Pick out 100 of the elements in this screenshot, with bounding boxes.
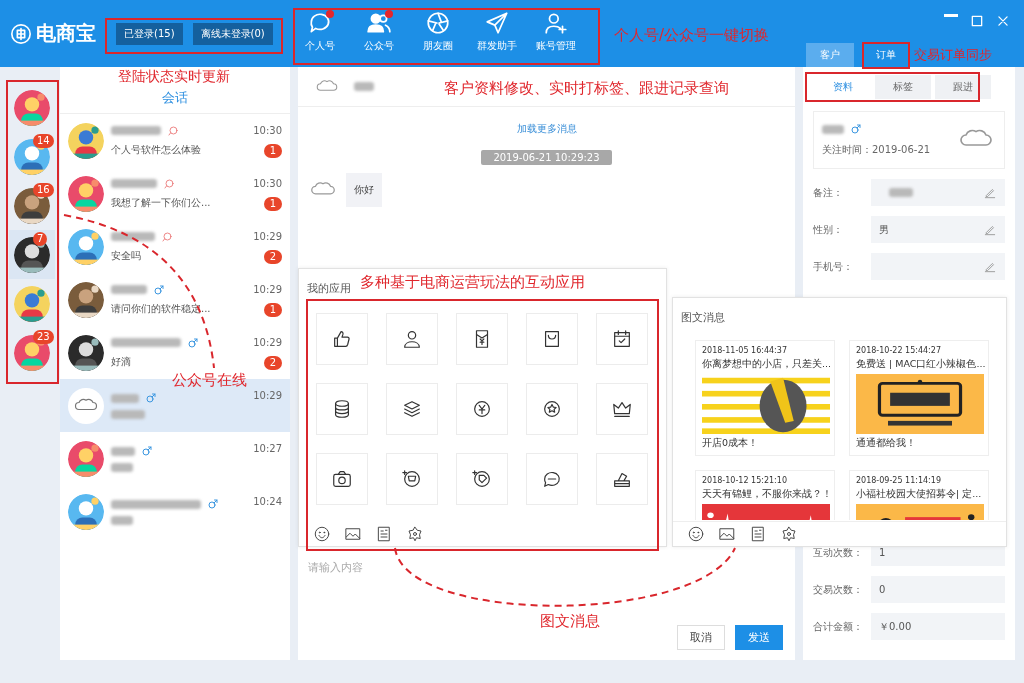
app-button[interactable]	[526, 313, 578, 365]
app-button[interactable]	[456, 453, 508, 505]
chat-bubble-icon	[163, 177, 175, 190]
flower-button[interactable]	[406, 525, 424, 543]
popup-title: 图文消息	[681, 311, 725, 324]
card-button[interactable]	[749, 525, 767, 543]
image-icon	[344, 525, 362, 543]
nav-button[interactable]: 账号管理	[526, 10, 586, 53]
field-label: 手机号：	[813, 259, 854, 274]
account-item[interactable]: 16	[9, 181, 55, 230]
annotation-label: 交易订单同步	[914, 46, 992, 64]
app-button[interactable]	[316, 383, 368, 435]
male-icon	[850, 123, 862, 135]
annotation-label: 个人号/公众号一键切换	[614, 26, 770, 45]
article-card[interactable]: 2018-11-05 16:44:37 你离梦想中的小店，只差关... 开店0成本！	[695, 340, 835, 456]
emoji-button[interactable]	[313, 525, 331, 543]
annotation-label: 客户资料修改、实时打标签、跟进记录查询	[444, 79, 729, 98]
blurred-name	[111, 338, 181, 347]
field-value: ￥0.00	[879, 619, 912, 634]
emoji-button[interactable]	[687, 525, 705, 543]
message-input[interactable]: 请输入内容	[306, 560, 510, 575]
card-button[interactable]	[375, 525, 393, 543]
app-button[interactable]	[316, 453, 368, 505]
app-button[interactable]	[596, 453, 648, 505]
tag-icon	[471, 468, 493, 490]
card-icon	[375, 525, 393, 543]
profile-field[interactable]: ￥0.00	[871, 613, 1005, 640]
field-label: 合计金额：	[813, 619, 864, 634]
app-button[interactable]	[316, 313, 368, 365]
message-preview: 我想了解一下你们公...	[111, 195, 212, 210]
image-button[interactable]	[344, 525, 362, 543]
account-item[interactable]: 7	[9, 230, 55, 279]
user-icon	[401, 328, 423, 350]
article-summary: 通通都给我！	[856, 437, 917, 450]
follow-time: 关注时间：2019-06-21	[822, 143, 932, 157]
male-icon	[141, 445, 153, 457]
send-button[interactable]: 发送	[735, 625, 783, 650]
paper-plane-icon	[484, 10, 511, 36]
message-time: 10:27	[253, 443, 282, 454]
app-button[interactable]	[386, 453, 438, 505]
unread-badge: 1	[263, 144, 282, 158]
profile-tab[interactable]: 标签	[875, 75, 931, 99]
article-card[interactable]: 2018-09-25 11:14:19 小福社校园大使招募令| 定...	[849, 470, 989, 520]
camera-icon	[331, 468, 353, 490]
nav-button[interactable]: 个人号	[290, 10, 350, 53]
message-time: 10:30	[253, 178, 282, 189]
message-time: 10:29	[253, 337, 282, 348]
message-timestamp: 2019-06-21 10:29:23	[481, 150, 612, 165]
app-button[interactable]	[456, 313, 508, 365]
article-card[interactable]: 2018-10-22 15:44:27 免费送 | MAC口红小辣椒色... 通通都给我！	[849, 340, 989, 456]
profile-field[interactable]: 0	[871, 576, 1005, 603]
profile-field[interactable]	[871, 179, 1005, 206]
unread-badge: 1	[263, 303, 282, 317]
login-status-button[interactable]: 离线未登录(0)	[192, 22, 273, 45]
close-icon	[996, 14, 1010, 28]
unread-badge: 16	[33, 183, 54, 197]
close-button[interactable]	[996, 14, 1010, 28]
panel-tab[interactable]: 订单	[862, 43, 910, 67]
message-preview: 安全吗	[111, 248, 142, 263]
account-item[interactable]: 14	[9, 132, 55, 181]
conversation-item[interactable]: 10:27	[60, 432, 290, 485]
app-button[interactable]	[596, 383, 648, 435]
field-value: 1	[879, 547, 886, 558]
blurred-name	[111, 126, 161, 135]
article-card[interactable]: 2018-10-12 15:21:10 天天有锦鲤，不服你来战？！	[695, 470, 835, 520]
emoji-icon	[313, 525, 331, 543]
article-date: 2018-09-25 11:14:19	[856, 476, 942, 485]
profile-tab[interactable]: 跟进	[935, 75, 991, 99]
nav-button[interactable]: 群发助手	[467, 10, 527, 53]
field-value: 男	[879, 222, 889, 237]
message-time: 10:29	[253, 231, 282, 242]
app-button[interactable]	[526, 383, 578, 435]
conversation-item[interactable]: 10:24	[60, 485, 290, 538]
conversation-item[interactable]: 安全吗 10:29 2	[60, 220, 290, 273]
maximize-button[interactable]	[970, 14, 984, 28]
flower-button[interactable]	[780, 525, 798, 543]
chat-bubble-icon	[167, 124, 179, 137]
blurred-name	[111, 232, 155, 241]
article-title: 小福社校园大使招募令| 定...	[856, 488, 982, 501]
profile-field[interactable]: 男	[871, 216, 1005, 243]
nav-button[interactable]: 公众号	[349, 10, 409, 53]
profile-field[interactable]	[871, 253, 1005, 280]
conversation-item[interactable]: 个人号软件怎么体验 10:30 1	[60, 114, 290, 167]
nav-button[interactable]: 朋友圈	[408, 10, 468, 53]
account-item[interactable]: 23	[9, 328, 55, 377]
card-icon	[749, 525, 767, 543]
male-icon	[145, 392, 157, 404]
field-label: 互动次数：	[813, 545, 864, 560]
login-status-button[interactable]: 已登录(15)	[116, 22, 183, 45]
blurred-value	[889, 188, 913, 197]
conversation-item[interactable]: 我想了解一下你们公... 10:30 1	[60, 167, 290, 220]
calendar-icon	[611, 328, 633, 350]
load-more-link[interactable]: 加载更多消息	[516, 122, 577, 136]
highlight-box	[862, 42, 910, 69]
article-date: 2018-10-22 15:44:27	[856, 346, 942, 355]
app-button[interactable]	[596, 313, 648, 365]
image-button[interactable]	[718, 525, 736, 543]
yen-icon	[471, 398, 493, 420]
cancel-button[interactable]: 取消	[677, 625, 725, 650]
unread-badge: 23	[33, 330, 54, 344]
